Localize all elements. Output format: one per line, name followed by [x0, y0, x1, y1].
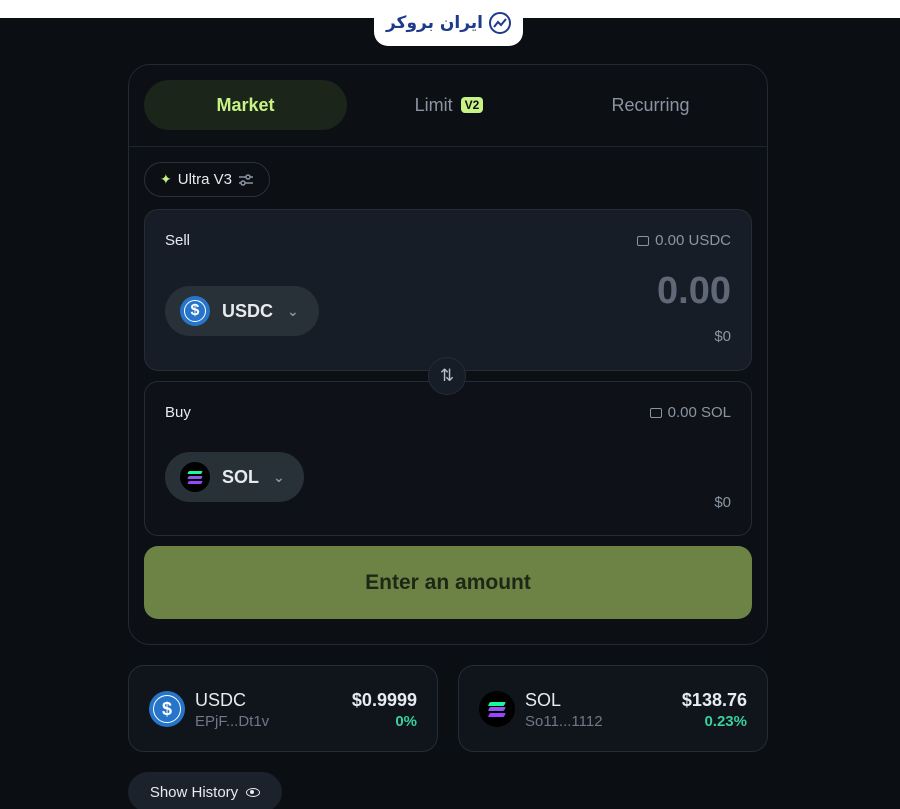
token-symbol: USDC — [195, 690, 247, 710]
tab-market-label: Market — [216, 94, 275, 115]
sell-balance-value: 0.00 USDC — [655, 232, 731, 249]
chevron-down-icon: ⌄ — [287, 302, 299, 319]
tab-limit[interactable]: Limit V2 — [351, 80, 547, 130]
token-symbol: SOL — [525, 690, 562, 710]
version-badge: V2 — [460, 97, 484, 113]
brand-logo-text: ایران بروکر — [385, 13, 484, 33]
tab-recurring[interactable]: Recurring — [549, 80, 752, 130]
brand-logo[interactable]: ایران بروکر — [374, 0, 523, 46]
show-history-button[interactable]: Show History — [128, 772, 282, 809]
chevron-down-icon: ⌄ — [273, 468, 285, 485]
sliders-icon — [238, 173, 254, 187]
show-history-label: Show History — [149, 783, 239, 801]
tab-limit-label: Limit — [414, 94, 453, 115]
eye-icon — [246, 787, 261, 797]
token-price: $138.76 — [681, 690, 747, 710]
sell-usd-value: $0 — [714, 328, 731, 345]
buy-panel: Buy 0.00 SOL SOL ⌄ $0 — [144, 381, 752, 536]
chart-trend-icon — [489, 12, 512, 34]
buy-balance: 0.00 SOL — [649, 404, 731, 421]
sparkle-icon: ✦ — [160, 171, 172, 187]
sell-amount-input[interactable]: 0.00 — [657, 270, 731, 313]
sell-balance[interactable]: 0.00 USDC — [637, 232, 731, 249]
usdc-token-icon: $ — [149, 691, 185, 727]
buy-token-symbol: SOL — [222, 466, 260, 487]
swap-arrows-icon: ⇅ — [439, 366, 455, 385]
token-address: So11...1112 — [525, 713, 603, 730]
sol-token-icon — [479, 691, 515, 727]
buy-label: Buy — [165, 404, 191, 421]
order-type-tabs: Market Limit V2 Recurring — [129, 65, 767, 147]
enter-amount-button[interactable]: Enter an amount — [144, 546, 752, 619]
sell-label: Sell — [165, 232, 191, 249]
ultra-mode-label: Ultra V3 — [177, 171, 232, 188]
buy-token-selector[interactable]: SOL ⌄ — [165, 452, 304, 502]
token-change: 0% — [395, 713, 417, 730]
ultra-mode-button[interactable]: ✦ Ultra V3 — [144, 162, 270, 197]
token-info-card-sol[interactable]: SOL So11...1112 $138.76 0.23% — [458, 665, 768, 752]
buy-usd-value: $0 — [714, 494, 731, 511]
sell-token-symbol: USDC — [222, 300, 274, 321]
sell-panel: Sell 0.00 USDC $ USDC ⌄ 0.00 $0 — [144, 209, 752, 371]
token-change: 0.23% — [704, 713, 747, 730]
usdc-token-icon: $ — [180, 296, 210, 326]
token-price: $0.9999 — [351, 690, 417, 710]
wallet-icon — [649, 407, 662, 418]
tab-market[interactable]: Market — [144, 80, 347, 130]
wallet-icon — [637, 235, 650, 246]
sol-token-icon — [180, 462, 210, 492]
tab-recurring-label: Recurring — [611, 94, 690, 115]
token-info-card-usdc[interactable]: $ USDC EPjF...Dt1v $0.9999 0% — [128, 665, 438, 752]
swap-card: Market Limit V2 Recurring ✦ Ultra V3 Sel… — [128, 64, 768, 645]
swap-direction-button[interactable]: ⇅ — [428, 357, 466, 395]
buy-balance-value: 0.00 SOL — [667, 404, 731, 421]
sell-token-selector[interactable]: $ USDC ⌄ — [165, 286, 319, 336]
token-address: EPjF...Dt1v — [195, 713, 270, 730]
